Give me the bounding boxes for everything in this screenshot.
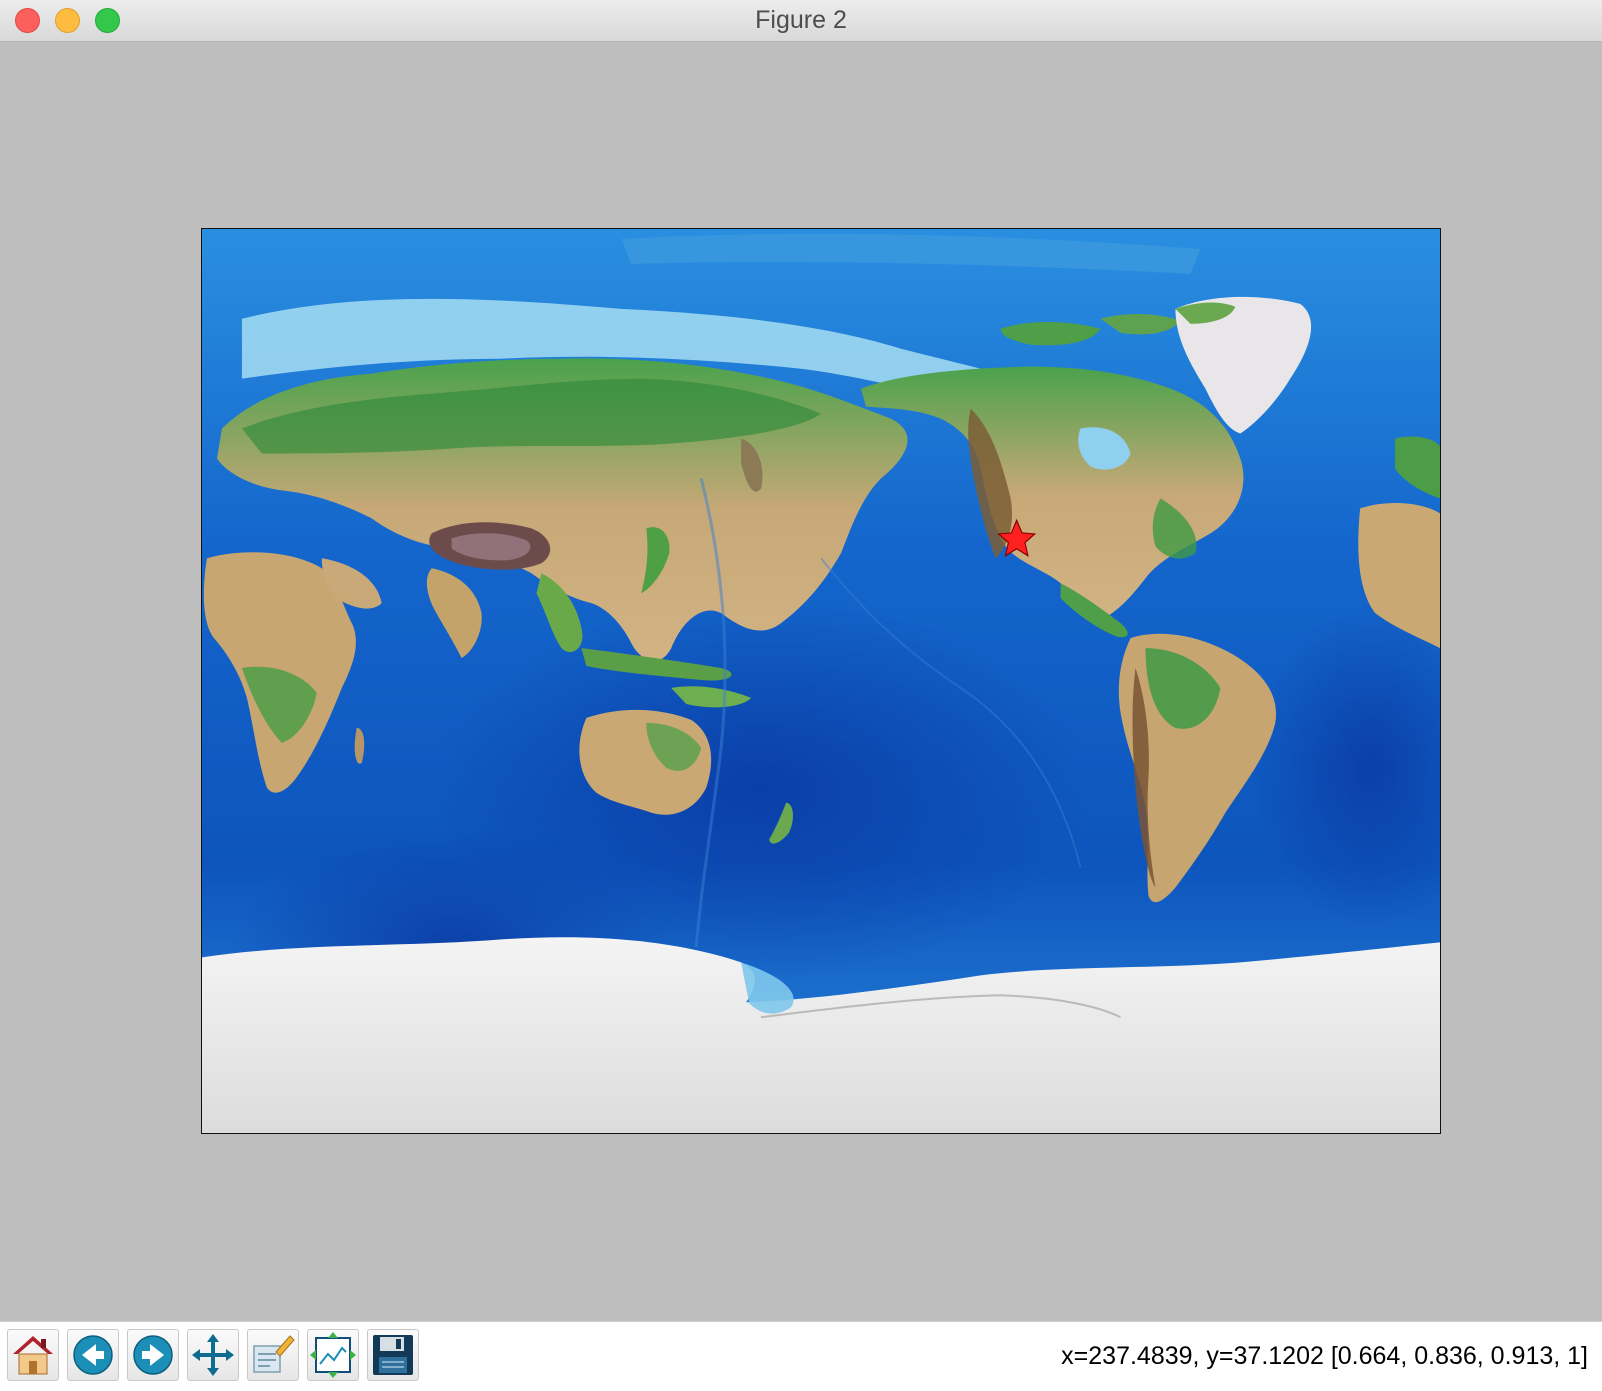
- subplots-button[interactable]: [307, 1329, 359, 1381]
- save-button[interactable]: [367, 1329, 419, 1381]
- pan-button[interactable]: [187, 1329, 239, 1381]
- figure-window: Figure 2 x=237.4839, y=37.1202 [0.664, 0…: [0, 0, 1602, 1391]
- pan-arrows-icon: [192, 1334, 234, 1376]
- zoom-rect-icon: [253, 1335, 295, 1373]
- back-button[interactable]: [67, 1329, 119, 1381]
- title-bar: Figure 2: [0, 0, 1602, 42]
- navigation-toolbar: x=237.4839, y=37.1202 [0.664, 0.836, 0.9…: [0, 1321, 1602, 1391]
- save-floppy-icon: [373, 1335, 413, 1375]
- home-button[interactable]: [7, 1329, 59, 1381]
- zoom-rect-button[interactable]: [247, 1329, 299, 1381]
- back-arrow-icon: [73, 1335, 113, 1375]
- figure-canvas[interactable]: [0, 42, 1602, 1321]
- map-axes[interactable]: [201, 228, 1441, 1134]
- window-title: Figure 2: [755, 6, 847, 34]
- cursor-coordinates: x=237.4839, y=37.1202 [0.664, 0.836, 0.9…: [1061, 1342, 1588, 1370]
- home-icon: [13, 1336, 53, 1375]
- forward-button[interactable]: [127, 1329, 179, 1381]
- forward-arrow-icon: [133, 1335, 173, 1375]
- subplots-config-icon: [310, 1332, 356, 1378]
- world-relief-map: [202, 229, 1440, 1133]
